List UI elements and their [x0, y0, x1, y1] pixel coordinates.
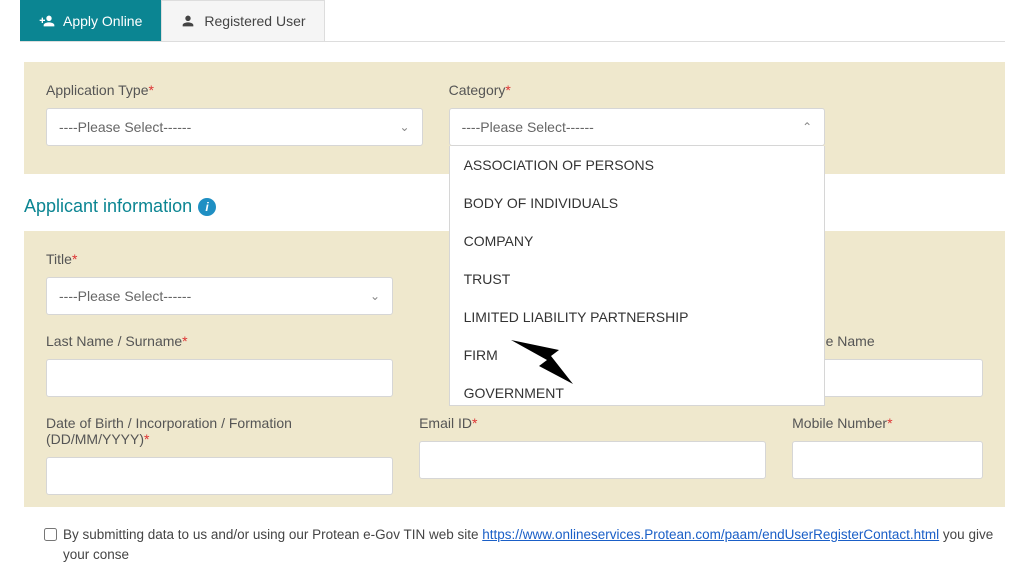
category-option[interactable]: LIMITED LIABILITY PARTNERSHIP [450, 298, 825, 336]
dob-field: Date of Birth / Incorporation / Formatio… [46, 415, 393, 495]
category-option[interactable]: ASSOCIATION OF PERSONS [450, 146, 825, 184]
consent-row: By submitting data to us and/or using ou… [44, 525, 1005, 566]
category-option[interactable]: FIRM [450, 336, 825, 374]
category-field: Category* ----Please Select------ ⌃ ASSO… [449, 82, 826, 146]
chevron-up-icon: ⌃ [802, 120, 812, 134]
mobile-input[interactable] [792, 441, 983, 479]
last-name-field: Last Name / Surname* [46, 333, 393, 397]
tab-apply-label: Apply Online [63, 13, 142, 29]
category-option[interactable]: BODY OF INDIVIDUALS [450, 184, 825, 222]
tab-apply-online[interactable]: Apply Online [20, 0, 161, 41]
application-type-value: ----Please Select------ [59, 119, 191, 135]
title-value: ----Please Select------ [59, 288, 191, 304]
info-icon[interactable]: i [198, 198, 216, 216]
mobile-label: Mobile Number* [792, 415, 983, 431]
category-label: Category* [449, 82, 826, 98]
category-value: ----Please Select------ [462, 119, 594, 135]
category-option[interactable]: TRUST [450, 260, 825, 298]
category-option[interactable]: COMPANY [450, 222, 825, 260]
category-dropdown: ASSOCIATION OF PERSONS BODY OF INDIVIDUA… [449, 146, 826, 406]
category-select[interactable]: ----Please Select------ ⌃ [449, 108, 826, 146]
chevron-down-icon: ⌄ [400, 120, 410, 134]
dob-label: Date of Birth / Incorporation / Formatio… [46, 415, 393, 447]
mobile-field: Mobile Number* [792, 415, 983, 495]
person-plus-icon [39, 13, 55, 29]
consent-link[interactable]: https://www.onlineservices.Protean.com/p… [482, 527, 939, 542]
tab-registered-user[interactable]: Registered User [161, 0, 324, 41]
category-option[interactable]: GOVERNMENT [450, 374, 825, 406]
consent-text: By submitting data to us and/or using ou… [63, 525, 1005, 566]
application-type-field: Application Type* ----Please Select-----… [46, 82, 423, 146]
application-panel: Application Type* ----Please Select-----… [24, 62, 1005, 174]
last-name-input[interactable] [46, 359, 393, 397]
tab-bar: Apply Online Registered User [20, 0, 1005, 42]
dob-input[interactable] [46, 457, 393, 495]
tab-registered-label: Registered User [204, 13, 305, 29]
application-type-label: Application Type* [46, 82, 423, 98]
last-name-label: Last Name / Surname* [46, 333, 393, 349]
email-label: Email ID* [419, 415, 766, 431]
person-check-icon [180, 13, 196, 29]
application-type-select[interactable]: ----Please Select------ ⌄ [46, 108, 423, 146]
email-input[interactable] [419, 441, 766, 479]
title-select[interactable]: ----Please Select------ ⌄ [46, 277, 393, 315]
consent-checkbox[interactable] [44, 528, 57, 541]
chevron-down-icon: ⌄ [370, 289, 380, 303]
title-field: Title* ----Please Select------ ⌄ [46, 251, 393, 315]
email-field: Email ID* [419, 415, 766, 495]
title-label: Title* [46, 251, 393, 267]
